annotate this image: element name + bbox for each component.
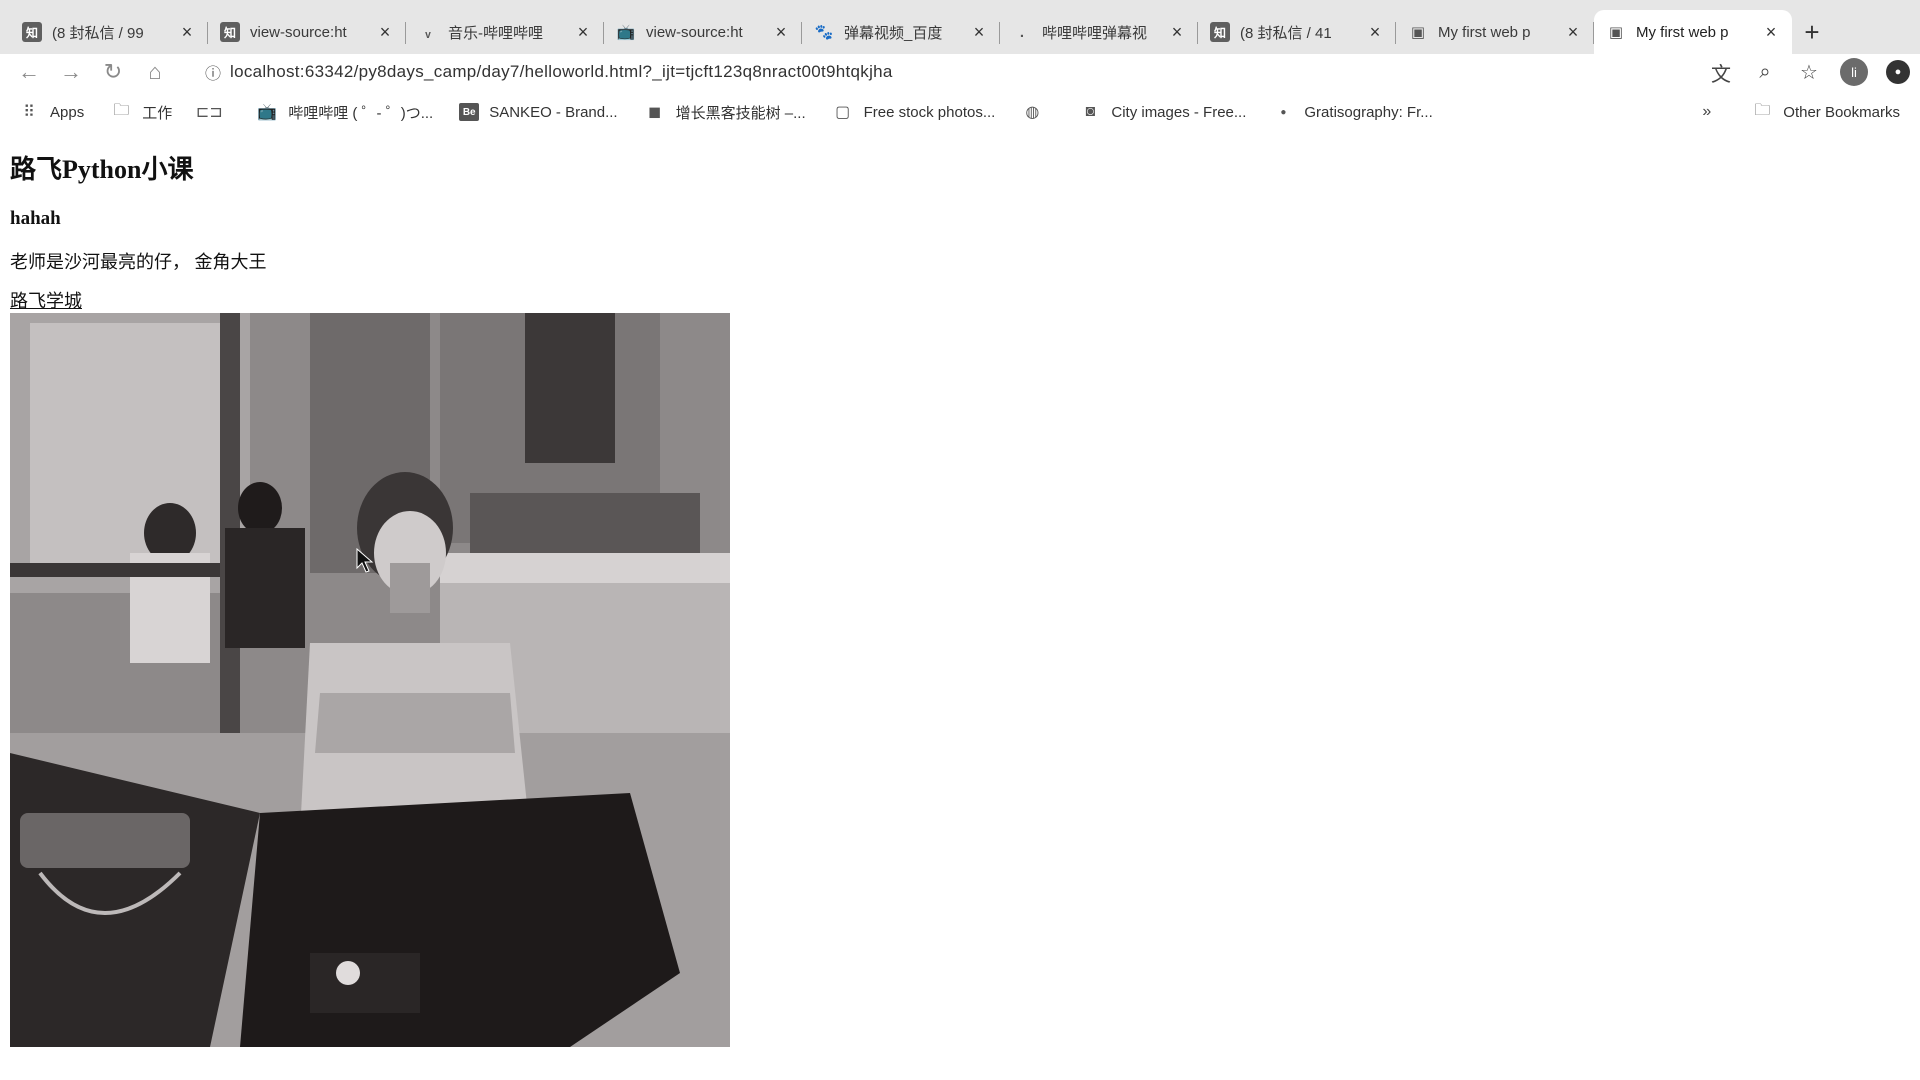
tab-8-active[interactable]: ▣ My first web p ×	[1594, 10, 1792, 54]
tab-6[interactable]: 知 (8 封私信 / 41 ×	[1198, 10, 1396, 54]
behance-icon: Be	[459, 103, 480, 121]
close-icon[interactable]: ×	[1564, 22, 1582, 43]
close-icon[interactable]: ×	[178, 22, 196, 43]
camera-icon: ◙	[1085, 103, 1096, 120]
bookmark-label: SANKEO - Brand...	[489, 103, 618, 121]
bookmark-city-images[interactable]: ◙ City images - Free...	[1079, 102, 1247, 122]
dot-icon: ●	[1280, 106, 1287, 118]
tab-title: 弹幕视频_百度	[844, 24, 943, 42]
tab-5[interactable]: . 哔哩哔哩弹幕视 ×	[1000, 10, 1198, 54]
page-icon: ▣	[1410, 24, 1426, 41]
new-tab-button[interactable]: +	[1792, 10, 1832, 54]
zhihu-favicon-icon: 知	[220, 22, 240, 42]
bookmarks-bar: ⠿ Apps 🗀 工作 ⊏⊐ 📺 哔哩哔哩 ( ゜- ゜)つ... Be SAN…	[0, 92, 1920, 132]
translate-icon[interactable]: 文	[1708, 59, 1734, 86]
zhihu-favicon-icon: 知	[22, 22, 42, 42]
zoom-icon[interactable]: ⌕	[1752, 59, 1778, 85]
cafe-photo-image	[10, 313, 730, 1047]
tab-title: (8 封私信 / 41	[1240, 24, 1332, 42]
bookmark-label: Gratisography: Fr...	[1304, 103, 1433, 121]
bookmark-growth-hacker[interactable]: ◼ 增长黑客技能树 –...	[644, 102, 806, 123]
bookmark-work-folder[interactable]: 🗀 工作	[110, 102, 172, 123]
tab-0[interactable]: 知 (8 封私信 / 99 ×	[10, 10, 208, 54]
address-bar[interactable]: ⓘ localhost:63342/py8days_camp/day7/hell…	[196, 56, 1636, 88]
page-content: 路飞Python小课 hahah 老师是沙河最亮的仔， 金角大王 路飞学城	[10, 150, 1910, 1070]
tv-icon: 📺	[616, 24, 636, 41]
page-paragraph: 老师是沙河最亮的仔， 金角大王	[10, 252, 267, 272]
bookmark-star-icon[interactable]: ☆	[1796, 59, 1822, 85]
page-subheading: hahah	[10, 208, 61, 229]
close-icon[interactable]: ×	[970, 22, 988, 43]
close-icon[interactable]: ×	[772, 22, 790, 43]
bookmark-free-stock-photos[interactable]: ▢ Free stock photos...	[832, 102, 996, 122]
tab-title: view-source:ht	[646, 23, 743, 41]
bookmark-label: 哔哩哔哩 ( ゜- ゜)つ...	[288, 104, 434, 122]
folder-icon: 🗀	[1754, 101, 1771, 119]
photo-illustration	[10, 313, 730, 1047]
bookmark-label: Free stock photos...	[863, 103, 996, 121]
music-favicon-icon: ᵥ	[425, 23, 431, 41]
bracket-icon: ⊏⊐	[195, 104, 223, 121]
tab-title: 音乐-哔哩哔哩	[448, 24, 543, 42]
bilibili-favicon-icon: .	[1019, 23, 1025, 41]
bookmark-bracket[interactable]: ⊏⊐	[195, 102, 230, 122]
bookmark-globe[interactable]: ◍	[1021, 102, 1053, 122]
tab-2[interactable]: ᵥ 音乐-哔哩哔哩 ×	[406, 10, 604, 54]
close-icon[interactable]: ×	[1762, 22, 1780, 43]
tab-7[interactable]: ▣ My first web p ×	[1396, 10, 1594, 54]
bookmark-gratisography[interactable]: ● Gratisography: Fr...	[1272, 102, 1432, 122]
browser-toolbar: ← → ↻ ⌂ ⓘ localhost:63342/py8days_camp/d…	[0, 54, 1920, 90]
tab-1[interactable]: 知 view-source:ht ×	[208, 10, 406, 54]
close-icon[interactable]: ×	[1366, 22, 1384, 43]
bookmark-label: 工作	[142, 104, 173, 122]
bookmark-bilibili[interactable]: 📺 哔哩哔哩 ( ゜- ゜)つ...	[256, 102, 433, 123]
url-text: localhost:63342/py8days_camp/day7/hellow…	[230, 62, 893, 81]
photo-icon: ▢	[835, 104, 851, 121]
bookmark-sankeo[interactable]: Be SANKEO - Brand...	[459, 103, 618, 121]
close-icon[interactable]: ×	[1168, 22, 1186, 43]
mouse-cursor-icon	[356, 548, 374, 573]
globe-icon: ◍	[1025, 104, 1040, 121]
paw-icon: 🐾	[814, 24, 834, 41]
other-bookmarks[interactable]: 🗀 Other Bookmarks	[1751, 102, 1900, 122]
tv-icon: 📺	[257, 104, 278, 121]
bookmark-label: Other Bookmarks	[1783, 103, 1900, 121]
home-button[interactable]: ⌂	[134, 54, 176, 90]
extension-icon[interactable]: ●	[1886, 60, 1910, 84]
bookmark-label: Apps	[50, 103, 85, 121]
apps-grid-icon: ⠿	[23, 104, 35, 121]
back-button[interactable]: ←	[8, 54, 50, 90]
close-icon[interactable]: ×	[574, 22, 592, 43]
tab-title: (8 封私信 / 99	[52, 24, 144, 42]
tab-title: view-source:ht	[250, 23, 347, 41]
folder-icon: 🗀	[113, 101, 130, 119]
tab-strip: 知 (8 封私信 / 99 × 知 view-source:ht × ᵥ 音乐-…	[0, 0, 1920, 54]
tab-title: My first web p	[1636, 23, 1729, 41]
tab-4[interactable]: 🐾 弹幕视频_百度 ×	[802, 10, 1000, 54]
tab-title: 哔哩哔哩弹幕视	[1042, 24, 1148, 42]
zhihu-favicon-icon: 知	[1210, 22, 1230, 42]
toolbar-right: 文 ⌕ ☆ li ●	[1708, 54, 1910, 90]
page-heading: 路飞Python小课	[10, 155, 194, 184]
close-icon[interactable]: ×	[376, 22, 394, 43]
forward-button[interactable]: →	[50, 54, 92, 90]
tab-3[interactable]: 📺 view-source:ht ×	[604, 10, 802, 54]
bookmarks-right: » 🗀 Other Bookmarks	[1702, 92, 1900, 132]
bookmark-label: 增长黑客技能树 –...	[675, 104, 806, 122]
site-info-icon[interactable]: ⓘ	[196, 60, 230, 84]
bookmark-label: City images - Free...	[1111, 103, 1247, 121]
cube-icon: ◼	[647, 104, 662, 121]
page-link[interactable]: 路飞学城	[10, 291, 1910, 311]
bookmark-apps[interactable]: ⠿ Apps	[18, 102, 84, 122]
page-icon: ▣	[1608, 24, 1624, 41]
profile-avatar[interactable]: li	[1840, 58, 1868, 86]
bookmarks-overflow-button[interactable]: »	[1702, 103, 1711, 121]
reload-button[interactable]: ↻	[92, 54, 134, 90]
tab-title: My first web p	[1438, 23, 1531, 41]
